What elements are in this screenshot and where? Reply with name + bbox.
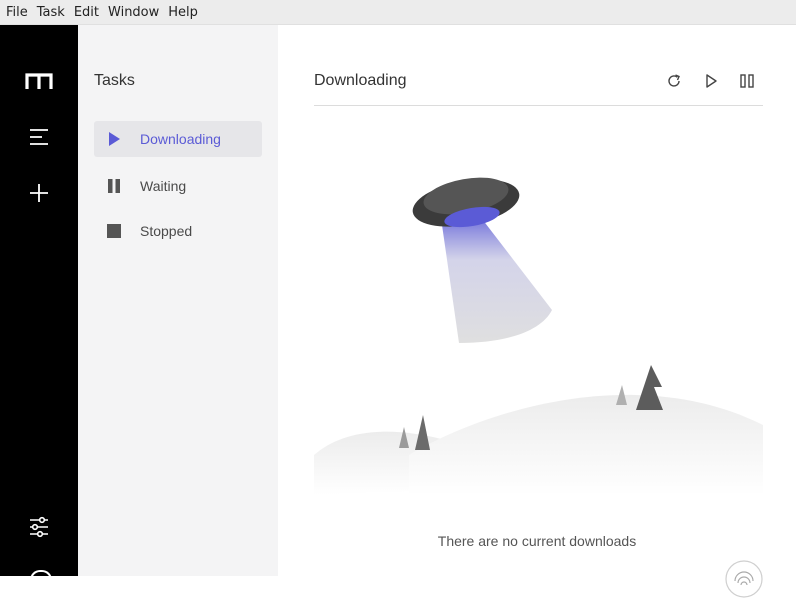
nav-item-stopped[interactable]: Stopped [94, 213, 262, 249]
menu-help[interactable]: Help [162, 0, 201, 25]
fingerprint-icon[interactable] [724, 559, 764, 601]
menu-window[interactable]: Window [102, 0, 162, 25]
menu-task[interactable]: Task [31, 0, 68, 25]
ufo-illustration [314, 177, 763, 495]
add-icon[interactable] [23, 177, 55, 209]
panel-title: Tasks [94, 72, 135, 89]
pause-all-icon[interactable] [737, 71, 757, 91]
icon-rail [0, 25, 78, 584]
page-title: Downloading [314, 72, 407, 89]
resume-all-icon[interactable] [701, 71, 721, 91]
nav-item-downloading[interactable]: Downloading [94, 121, 262, 157]
menu-bar: File Task Edit Window Help [0, 0, 796, 25]
nav-item-waiting[interactable]: Waiting [94, 168, 262, 204]
about-icon[interactable] [30, 570, 52, 584]
menu-file[interactable]: File [0, 0, 31, 25]
play-icon [104, 129, 124, 149]
nav-item-label: Waiting [140, 178, 187, 194]
refresh-icon[interactable] [664, 71, 684, 91]
nav-item-label: Stopped [140, 223, 193, 239]
app-logo-icon[interactable] [23, 65, 55, 97]
menu-lines-icon[interactable] [23, 121, 55, 153]
stop-icon [104, 221, 124, 241]
pause-icon [104, 176, 124, 196]
main-content: Downloading There are no current downloa… [278, 25, 796, 598]
tasks-panel: Tasks Downloading Waiting Stopped [78, 25, 278, 576]
menu-edit[interactable]: Edit [68, 0, 102, 25]
nav-item-label: Downloading [140, 131, 221, 147]
preferences-sliders-icon[interactable] [23, 511, 55, 543]
empty-state-message: There are no current downloads [437, 533, 637, 549]
main-header: Downloading [314, 55, 763, 106]
